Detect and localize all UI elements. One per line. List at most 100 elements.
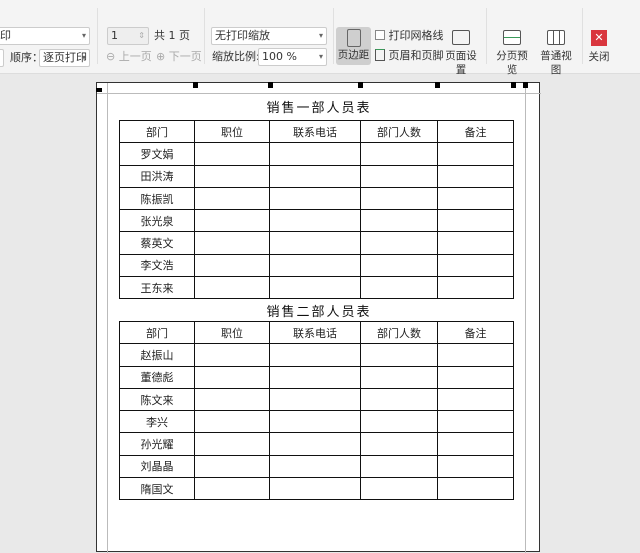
column-handle[interactable] xyxy=(193,82,198,88)
normal-view-button[interactable]: 普通视图 xyxy=(536,24,576,77)
empty-cell[interactable] xyxy=(437,365,514,389)
empty-cell[interactable] xyxy=(194,253,270,278)
empty-cell[interactable] xyxy=(269,276,361,300)
empty-cell[interactable] xyxy=(437,231,514,255)
empty-cell[interactable] xyxy=(194,410,270,434)
empty-cell[interactable] xyxy=(269,209,361,233)
page-setup-button[interactable]: 页面设置 xyxy=(441,24,481,77)
empty-cell[interactable] xyxy=(360,343,438,367)
empty-cell[interactable] xyxy=(194,209,270,233)
name-cell[interactable]: 罗文娟 xyxy=(119,142,195,166)
column-handle[interactable] xyxy=(358,82,363,88)
name-cell[interactable]: 张光泉 xyxy=(119,209,195,233)
empty-cell[interactable] xyxy=(360,276,438,300)
empty-cell[interactable] xyxy=(360,410,438,434)
name-cell[interactable]: 隋国文 xyxy=(119,477,195,501)
prev-page-button[interactable]: ⊖ 上一页 xyxy=(106,48,152,66)
margin-handle[interactable] xyxy=(96,88,102,92)
checkbox-icon xyxy=(375,30,385,40)
margins-button[interactable]: 页边距 xyxy=(336,27,371,65)
empty-cell[interactable] xyxy=(360,164,438,188)
empty-cell[interactable] xyxy=(437,276,514,300)
empty-cell[interactable] xyxy=(360,209,438,233)
name-cell[interactable]: 李文浩 xyxy=(119,253,195,278)
empty-cell[interactable] xyxy=(194,231,270,255)
empty-cell[interactable] xyxy=(269,432,361,456)
empty-cell[interactable] xyxy=(269,343,361,367)
empty-cell[interactable] xyxy=(437,164,514,188)
margin-line-top[interactable] xyxy=(97,93,541,94)
name-cell[interactable]: 孙光耀 xyxy=(119,432,195,456)
empty-cell[interactable] xyxy=(269,387,361,412)
empty-cell[interactable] xyxy=(360,387,438,412)
empty-cell[interactable] xyxy=(269,454,361,479)
empty-cell[interactable] xyxy=(194,186,270,211)
empty-cell[interactable] xyxy=(360,477,438,501)
table-header-row: 部门 职位 联系电话 部门人数 备注 xyxy=(119,119,514,144)
margins-label: 页边距 xyxy=(337,49,370,61)
column-handle[interactable] xyxy=(268,82,273,88)
next-page-button[interactable]: ⊕ 下一页 xyxy=(156,48,202,66)
margin-handle[interactable] xyxy=(523,82,528,88)
name-cell[interactable]: 蔡英文 xyxy=(119,231,195,255)
empty-cell[interactable] xyxy=(194,432,270,456)
total-pages: 共 1 页 xyxy=(154,29,190,42)
empty-cell[interactable] xyxy=(269,365,361,389)
name-cell[interactable]: 田洪涛 xyxy=(119,164,195,188)
empty-cell[interactable] xyxy=(437,410,514,434)
empty-cell[interactable] xyxy=(269,142,361,166)
empty-cell[interactable] xyxy=(437,432,514,456)
empty-cell[interactable] xyxy=(437,186,514,211)
column-handle[interactable] xyxy=(435,82,440,88)
empty-cell[interactable] xyxy=(437,477,514,501)
empty-cell[interactable] xyxy=(437,209,514,233)
scale-mode-select[interactable]: 无打印缩放 ▾ xyxy=(211,27,327,45)
name-cell[interactable]: 陈振凯 xyxy=(119,186,195,211)
empty-cell[interactable] xyxy=(269,186,361,211)
empty-cell[interactable] xyxy=(194,387,270,412)
name-cell[interactable]: 李兴 xyxy=(119,410,195,434)
empty-cell[interactable] xyxy=(360,454,438,479)
order-select[interactable]: 逐页打印 ▾ xyxy=(39,49,90,67)
empty-cell[interactable] xyxy=(360,253,438,278)
spinner-icon[interactable]: ⇕ xyxy=(138,28,145,44)
order-value: 逐页打印 xyxy=(43,51,87,64)
copies-field[interactable] xyxy=(0,49,4,67)
empty-cell[interactable] xyxy=(360,186,438,211)
empty-cell[interactable] xyxy=(194,365,270,389)
empty-cell[interactable] xyxy=(437,142,514,166)
name-cell[interactable]: 陈文来 xyxy=(119,387,195,412)
empty-cell[interactable] xyxy=(437,343,514,367)
empty-cell[interactable] xyxy=(194,454,270,479)
name-cell[interactable]: 王东来 xyxy=(119,276,195,300)
empty-cell[interactable] xyxy=(194,343,270,367)
column-header: 备注 xyxy=(437,320,514,345)
name-cell[interactable]: 赵振山 xyxy=(119,343,195,367)
empty-cell[interactable] xyxy=(360,142,438,166)
print-dropdown[interactable]: 印 ▾ xyxy=(0,27,90,45)
empty-cell[interactable] xyxy=(360,231,438,255)
empty-cell[interactable] xyxy=(269,164,361,188)
empty-cell[interactable] xyxy=(269,253,361,278)
column-handle[interactable] xyxy=(511,82,516,88)
page-number-input[interactable]: 1 ⇕ xyxy=(107,27,149,45)
empty-cell[interactable] xyxy=(194,164,270,188)
empty-cell[interactable] xyxy=(269,231,361,255)
empty-cell[interactable] xyxy=(437,454,514,479)
page-break-preview-button[interactable]: 分页预览 xyxy=(492,24,532,77)
empty-cell[interactable] xyxy=(360,365,438,389)
empty-cell[interactable] xyxy=(360,432,438,456)
empty-cell[interactable] xyxy=(437,387,514,412)
empty-cell[interactable] xyxy=(437,253,514,278)
empty-cell[interactable] xyxy=(269,477,361,501)
name-cell[interactable]: 董德彪 xyxy=(119,365,195,389)
empty-cell[interactable] xyxy=(194,142,270,166)
empty-cell[interactable] xyxy=(194,477,270,501)
name-cell[interactable]: 刘晶晶 xyxy=(119,454,195,479)
empty-cell[interactable] xyxy=(269,410,361,434)
print-gridlines-checkbox[interactable]: 打印网格线 xyxy=(375,27,444,45)
header-footer-button[interactable]: 页眉和页脚 xyxy=(375,47,444,65)
close-button[interactable]: ✕ 关闭 xyxy=(586,24,612,64)
empty-cell[interactable] xyxy=(194,276,270,300)
zoom-select[interactable]: 100 % ▾ xyxy=(258,48,327,66)
